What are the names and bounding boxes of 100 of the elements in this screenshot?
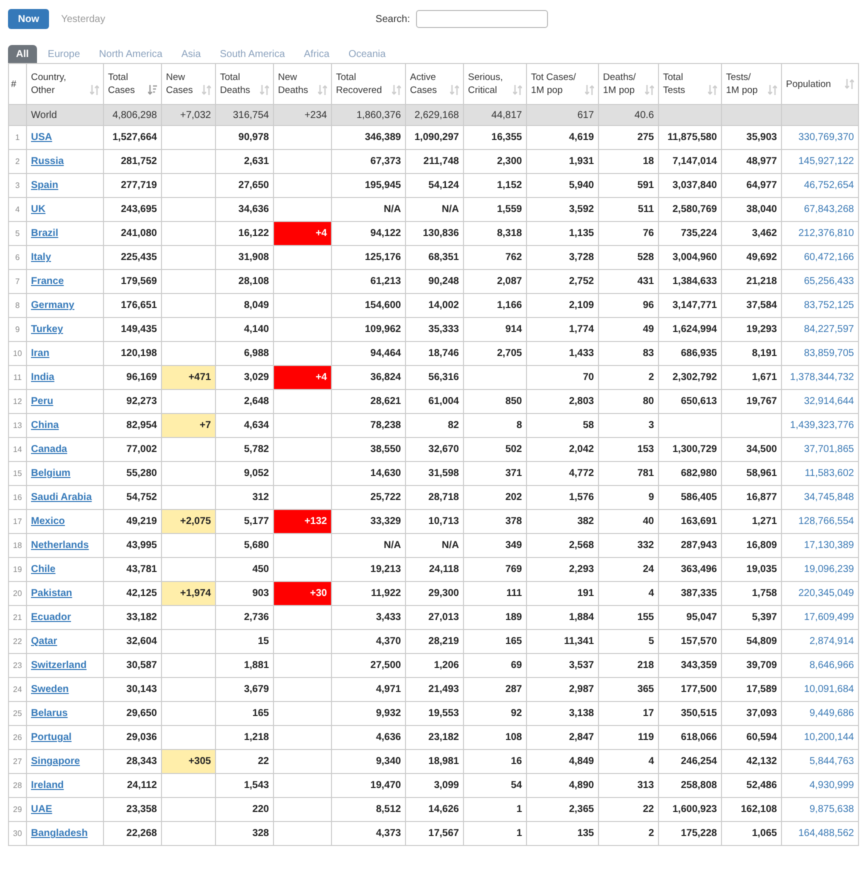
table-cell: +7,032: [162, 104, 216, 126]
table-cell: 78,238: [332, 414, 406, 438]
table-cell: 202: [464, 486, 526, 510]
country-link[interactable]: France: [31, 276, 64, 287]
table-cell: 1,384,633: [658, 270, 722, 294]
table-cell: 84,227,597: [782, 318, 858, 342]
row-number: 15: [8, 462, 26, 486]
country-link[interactable]: Peru: [31, 396, 54, 407]
region-tab[interactable]: Africa: [296, 45, 338, 63]
table-cell: 2,803: [526, 390, 598, 414]
country-link[interactable]: Russia: [31, 156, 64, 167]
table-cell: 8,318: [464, 222, 526, 246]
sort-icon[interactable]: [202, 85, 211, 95]
country-link[interactable]: UAE: [31, 804, 52, 815]
country-link[interactable]: Spain: [31, 180, 58, 191]
sort-icon[interactable]: [260, 85, 269, 95]
table-cell: 56,316: [406, 366, 464, 390]
sort-icon[interactable]: [645, 85, 654, 95]
region-tab[interactable]: Europe: [40, 45, 88, 63]
table-cell: 277,719: [104, 174, 162, 198]
sort-icon[interactable]: [392, 85, 401, 95]
table-cell: 682,980: [658, 462, 722, 486]
table-cell: 21,493: [406, 678, 464, 702]
table-cell: 316,754: [216, 104, 274, 126]
row-number: 6: [8, 246, 26, 270]
table-cell: 19,293: [722, 318, 782, 342]
column-header[interactable]: Population: [786, 78, 831, 90]
table-cell: +132: [274, 510, 332, 534]
sort-icon[interactable]: [585, 85, 594, 95]
table-cell: 153: [598, 438, 658, 462]
table-cell: 125,176: [332, 246, 406, 270]
region-tab[interactable]: All: [8, 45, 37, 63]
table-cell: 241,080: [104, 222, 162, 246]
table-cell: 16,355: [464, 126, 526, 150]
sort-icon[interactable]: [148, 85, 157, 95]
table-cell: 1,624,994: [658, 318, 722, 342]
table-cell: 2,580,769: [658, 198, 722, 222]
table-cell: 34,500: [722, 438, 782, 462]
region-tab[interactable]: Asia: [173, 45, 209, 63]
search-field[interactable]: [416, 10, 548, 28]
table-cell: 16,877: [722, 486, 782, 510]
region-tab[interactable]: South America: [212, 45, 293, 63]
table-cell: 591: [598, 174, 658, 198]
table-cell: 28,108: [216, 270, 274, 294]
table-cell: 225,435: [104, 246, 162, 270]
row-number: 21: [8, 606, 26, 630]
table-cell: 387,335: [658, 582, 722, 606]
table-cell: 2,631: [216, 150, 274, 174]
country-link[interactable]: Brazil: [31, 228, 58, 239]
table-cell: 18: [598, 150, 658, 174]
table-cell: 9,052: [216, 462, 274, 486]
table-cell: 80: [598, 390, 658, 414]
table-cell: 90,248: [406, 270, 464, 294]
day-button[interactable]: Now: [8, 9, 50, 29]
table-cell: 96: [598, 294, 658, 318]
table-cell: 450: [216, 558, 274, 582]
table-cell: 220: [216, 798, 274, 822]
sort-icon[interactable]: [845, 78, 854, 88]
table-cell: 92,273: [104, 390, 162, 414]
table-cell: 14,630: [332, 462, 406, 486]
table-cell: 617: [526, 104, 598, 126]
sort-icon[interactable]: [513, 85, 522, 95]
country-link[interactable]: Iran: [31, 348, 50, 359]
table-cell: 212,376,810: [782, 222, 858, 246]
country-link[interactable]: Ireland: [31, 780, 64, 791]
table-cell: 3,147,771: [658, 294, 722, 318]
table-cell: 23,358: [104, 798, 162, 822]
country-link[interactable]: USA: [31, 132, 52, 143]
sort-icon[interactable]: [768, 85, 777, 95]
sort-icon[interactable]: [708, 85, 717, 95]
country-link[interactable]: Turkey: [31, 324, 64, 335]
table-cell: 16,809: [722, 534, 782, 558]
sort-icon[interactable]: [450, 85, 459, 95]
table-cell: 31,908: [216, 246, 274, 270]
day-button[interactable]: Yesterday: [55, 9, 112, 29]
table-cell: 19,096,239: [782, 558, 858, 582]
table-cell: 2,087: [464, 270, 526, 294]
table-cell: 6,988: [216, 342, 274, 366]
table-cell: 1,152: [464, 174, 526, 198]
search-label: Search:: [376, 14, 410, 24]
sort-icon[interactable]: [90, 85, 99, 95]
sort-icon[interactable]: [318, 85, 327, 95]
row-number: 8: [8, 294, 26, 318]
country-link[interactable]: Chile: [31, 564, 56, 575]
country-link[interactable]: India: [31, 372, 54, 383]
country-link[interactable]: Italy: [31, 252, 52, 263]
table-cell: 83: [598, 342, 658, 366]
country-link[interactable]: China: [31, 420, 59, 431]
table-cell: 1,166: [464, 294, 526, 318]
table-cell: +4: [274, 366, 332, 390]
region-tab[interactable]: North America: [91, 45, 170, 63]
table-cell: 19,035: [722, 558, 782, 582]
table-cell: 17,130,389: [782, 534, 858, 558]
country-link[interactable]: UK: [31, 204, 46, 215]
country-link[interactable]: Qatar: [31, 636, 58, 647]
table-cell: 55,280: [104, 462, 162, 486]
table-cell: 11,875,580: [658, 126, 722, 150]
table-cell: 1,671: [722, 366, 782, 390]
region-tab[interactable]: Oceania: [340, 45, 394, 63]
column-header[interactable]: #: [11, 78, 16, 90]
